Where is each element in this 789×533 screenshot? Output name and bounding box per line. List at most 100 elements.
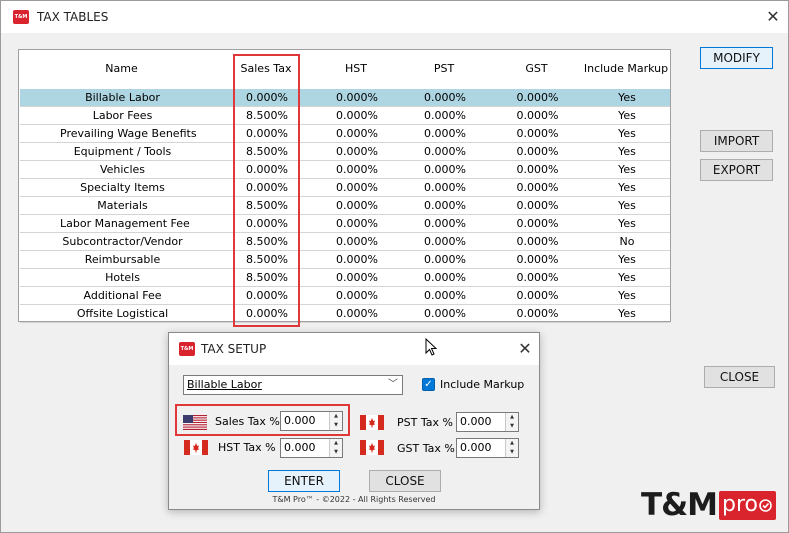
cell-pst: 0.000%	[424, 217, 466, 230]
cell-gst: 0.000%	[516, 127, 559, 140]
brand-logo-pro: pro	[719, 491, 776, 520]
copyright-text: T&M Pro™ - ©2022 - All Rights Reserved	[272, 495, 436, 504]
tax-table[interactable]: Name Sales Tax HST PST GST Include Marku…	[18, 49, 671, 323]
table-row[interactable]: Prevailing Wage Benefits 0.000% 0.000% 0.00…	[20, 125, 670, 143]
pst-tax-input[interactable]: 0.000 ▲ ▼	[456, 412, 519, 432]
column-header-gst[interactable]: GST	[499, 62, 574, 78]
sales-tax-value: 0.000	[284, 414, 316, 427]
cell-gst: 0.000%	[516, 145, 559, 158]
enter-button[interactable]: ENTER	[268, 470, 340, 492]
cell-sales-tax: 0.000%	[246, 307, 288, 320]
table-row[interactable]: Additional Fee 0.000% 0.000% 0.000% 0.000% Ye…	[20, 287, 670, 305]
cell-sales-tax: 0.000%	[246, 217, 288, 230]
cell-include-markup: Yes	[618, 307, 636, 320]
table-row[interactable]: Equipment / Tools 8.500% 0.000% 0.000% 0.000…	[20, 143, 670, 161]
cell-sales-tax: 8.500%	[246, 199, 288, 212]
cell-gst: 0.000%	[516, 289, 559, 302]
export-button[interactable]: EXPORT	[700, 159, 773, 181]
category-select[interactable]: Billable Labor ﹀	[183, 375, 403, 395]
table-row[interactable]: Hotels 8.500% 0.000% 0.000% 0.000% Yes	[20, 269, 670, 287]
cell-include-markup: Yes	[618, 91, 636, 104]
cell-gst: 0.000%	[516, 253, 559, 266]
cell-name: Labor Management Fee	[60, 217, 190, 230]
app-logo: T&M	[13, 10, 29, 24]
table-row[interactable]: Subcontractor/Vendor 8.500% 0.000% 0.000% 0.…	[20, 233, 670, 251]
include-markup-label: Include Markup	[440, 378, 525, 391]
column-header-pst[interactable]: PST	[409, 62, 479, 78]
modify-button[interactable]: MODIFY	[700, 47, 773, 69]
cell-hst: 0.000%	[336, 235, 378, 248]
dialog-close-button[interactable]: CLOSE	[369, 470, 441, 492]
canada-flag-icon	[360, 415, 384, 430]
sales-tax-stepper[interactable]: ▲ ▼	[329, 412, 342, 430]
table-row[interactable]: Labor Management Fee 0.000% 0.000% 0.000% 0.…	[20, 215, 670, 233]
include-markup-checkbox[interactable]: ✓	[422, 378, 435, 391]
cell-name: Materials	[97, 199, 148, 212]
cell-hst: 0.000%	[336, 127, 378, 140]
dialog-close-icon[interactable]: ✕	[513, 337, 537, 361]
cell-name: Equipment / Tools	[73, 145, 172, 158]
column-header-hst[interactable]: HST	[321, 62, 391, 78]
close-button[interactable]: CLOSE	[704, 366, 775, 388]
pst-tax-stepper[interactable]: ▲ ▼	[505, 413, 518, 431]
gst-tax-stepper[interactable]: ▲ ▼	[505, 439, 518, 457]
canada-flag-icon	[184, 440, 208, 455]
cell-include-markup: Yes	[618, 109, 636, 122]
brand-logo-main: T&M	[641, 487, 718, 523]
cell-include-markup: Yes	[618, 145, 636, 158]
cell-pst: 0.000%	[424, 235, 466, 248]
cell-sales-tax: 8.500%	[246, 235, 288, 248]
sales-tax-input[interactable]: 0.000 ▲ ▼	[280, 411, 343, 431]
window-title: TAX TABLES	[37, 10, 109, 24]
table-row[interactable]: Reimbursable 8.500% 0.000% 0.000% 0.000% Yes	[20, 251, 670, 269]
cell-include-markup: Yes	[618, 199, 636, 212]
table-row[interactable]: Labor Fees 8.500% 0.000% 0.000% 0.000% Yes	[20, 107, 670, 125]
cell-hst: 0.000%	[336, 271, 378, 284]
cell-gst: 0.000%	[516, 271, 559, 284]
cell-gst: 0.000%	[516, 307, 559, 320]
us-flag-icon	[183, 415, 207, 430]
cell-sales-tax: 8.500%	[246, 109, 288, 122]
cell-pst: 0.000%	[424, 271, 466, 284]
close-icon[interactable]: ✕	[761, 5, 785, 29]
hst-tax-input[interactable]: 0.000 ▲ ▼	[280, 438, 343, 458]
cell-pst: 0.000%	[424, 163, 466, 176]
cell-sales-tax: 8.500%	[246, 253, 288, 266]
table-row[interactable]: Materials 8.500% 0.000% 0.000% 0.000% Yes	[20, 197, 670, 215]
tax-setup-dialog: T&M TAX SETUP ✕ Billable Labor ﹀ ✓ Inclu…	[168, 332, 540, 510]
clock-check-icon	[759, 499, 772, 512]
cell-sales-tax: 8.500%	[246, 145, 288, 158]
table-row[interactable]: Offsite Logistical 0.000% 0.000% 0.000% 0.00…	[20, 305, 670, 323]
table-row[interactable]: Billable Labor 0.000% 0.000% 0.000% 0.000% Ye…	[20, 89, 670, 107]
chevron-down-icon[interactable]: ﹀	[388, 376, 398, 394]
pst-tax-label: PST Tax %	[397, 416, 453, 429]
canada-flag-icon	[360, 440, 384, 455]
cell-sales-tax: 0.000%	[246, 289, 288, 302]
cell-name: Vehicles	[99, 163, 146, 176]
cell-name: Reimbursable	[84, 253, 161, 266]
cell-sales-tax: 0.000%	[246, 181, 288, 194]
cell-gst: 0.000%	[516, 109, 559, 122]
cell-name: Labor Fees	[92, 109, 153, 122]
column-header-include-markup[interactable]: Include Markup	[583, 62, 669, 78]
hst-tax-stepper[interactable]: ▲ ▼	[329, 439, 342, 457]
cell-pst: 0.000%	[424, 127, 466, 140]
cell-gst: 0.000%	[516, 181, 559, 194]
gst-tax-value: 0.000	[460, 441, 492, 454]
brand-logo-suffix: pro	[722, 492, 758, 517]
cell-gst: 0.000%	[516, 217, 559, 230]
column-header-name[interactable]: Name	[69, 62, 174, 78]
table-row[interactable]: Vehicles 0.000% 0.000% 0.000% 0.000% Yes	[20, 161, 670, 179]
cell-hst: 0.000%	[336, 217, 378, 230]
dialog-title: TAX SETUP	[201, 342, 267, 356]
cell-name: Billable Labor	[85, 91, 160, 104]
cell-sales-tax: 0.000%	[246, 127, 288, 140]
cell-name: Prevailing Wage Benefits	[60, 127, 197, 140]
cell-hst: 0.000%	[336, 307, 378, 320]
gst-tax-input[interactable]: 0.000 ▲ ▼	[456, 438, 519, 458]
column-header-sales-tax[interactable]: Sales Tax	[233, 62, 299, 78]
cell-name: Additional Fee	[83, 289, 162, 302]
table-row[interactable]: Specialty Items 0.000% 0.000% 0.000% 0.000% Y…	[20, 179, 670, 197]
cell-include-markup: Yes	[618, 181, 636, 194]
import-button[interactable]: IMPORT	[700, 130, 773, 152]
